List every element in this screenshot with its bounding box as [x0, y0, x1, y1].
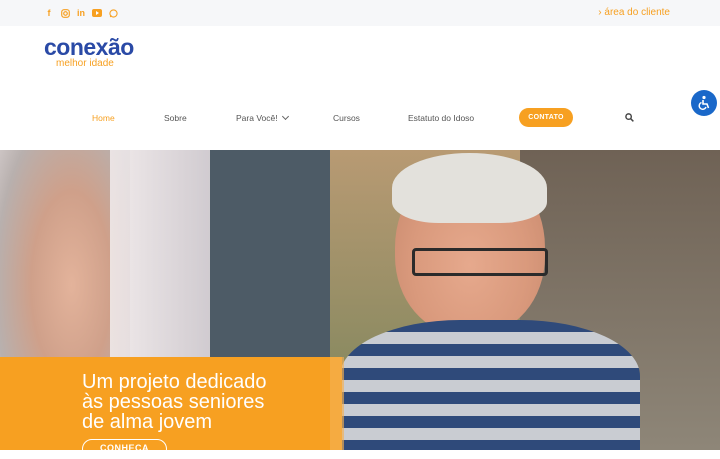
chevron-down-icon	[281, 112, 289, 121]
site-logo[interactable]: conexão melhor idade	[44, 32, 154, 74]
contact-button[interactable]: CONTATO	[519, 108, 573, 127]
whatsapp-icon[interactable]	[108, 7, 118, 19]
main-nav: Home Sobre Para Você! Cursos Estatuto do…	[0, 104, 720, 132]
nav-para-voce[interactable]: Para Você!	[236, 112, 289, 123]
youtube-icon[interactable]	[92, 7, 102, 19]
headline-line-2: às pessoas seniores	[82, 391, 265, 413]
logo-wordmark: conexão	[44, 34, 134, 60]
nav-estatuto[interactable]: Estatuto do Idoso	[408, 113, 474, 123]
headline-line-3: de alma jovem	[82, 411, 213, 433]
headline-line-1: Um projeto dedicado	[82, 371, 267, 393]
nav-para-voce-label: Para Você!	[236, 113, 278, 123]
top-bar: f in › área do cliente	[0, 0, 720, 26]
hero-caption-accent	[330, 357, 344, 450]
instagram-icon[interactable]	[60, 7, 70, 19]
nav-sobre[interactable]: Sobre	[164, 113, 187, 123]
linkedin-icon[interactable]: in	[76, 7, 86, 19]
client-area-link[interactable]: › área do cliente	[598, 7, 670, 18]
nav-home[interactable]: Home	[92, 113, 115, 123]
logo-tagline: melhor idade	[56, 58, 114, 69]
hero-headline: Um projeto dedicado às pessoas seniores …	[82, 372, 332, 432]
social-links: f in	[44, 7, 118, 19]
facebook-icon[interactable]: f	[44, 7, 54, 19]
cta-button[interactable]: CONHEÇA	[82, 439, 167, 459]
search-icon[interactable]	[625, 113, 634, 122]
nav-cursos[interactable]: Cursos	[333, 113, 360, 123]
